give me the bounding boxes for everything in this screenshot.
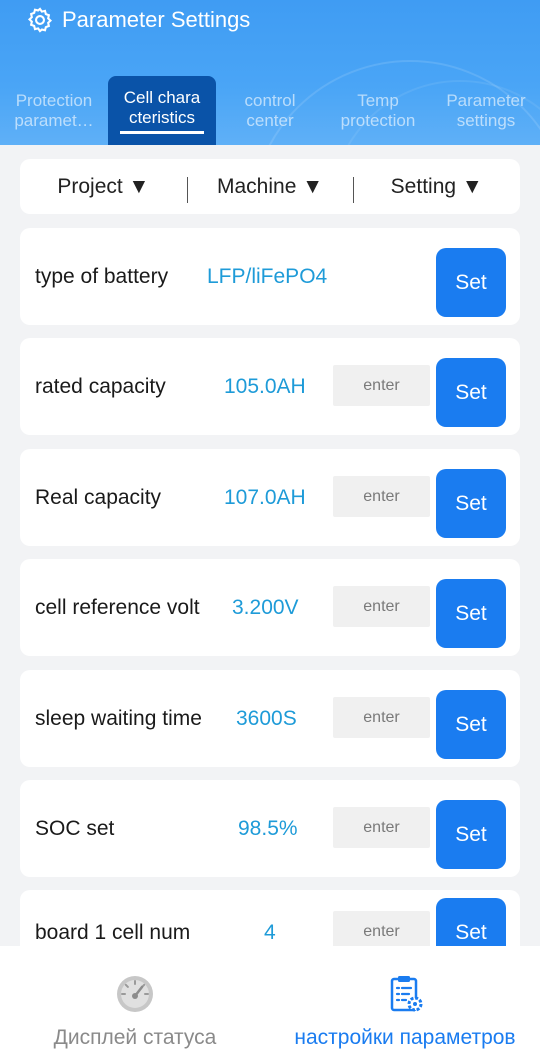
- tab-label: settings: [456, 110, 516, 130]
- tab-control-center[interactable]: control center: [216, 76, 324, 145]
- tab-label: center: [246, 110, 294, 130]
- tab-protection-parameters[interactable]: Protection paramet…: [0, 76, 108, 145]
- title-row: Parameter Settings: [26, 4, 250, 36]
- tab-label: control: [244, 90, 296, 110]
- setting-card-cell-reference-volt: cell reference volt 3.200V Set: [20, 559, 520, 656]
- page-title: Parameter Settings: [62, 7, 251, 32]
- set-button[interactable]: Set: [436, 690, 506, 759]
- nav-label: Дисплей статуса: [53, 1026, 217, 1049]
- tab-label: protection: [340, 110, 416, 130]
- tab-label: paramet…: [14, 110, 94, 130]
- setting-label: Real capacity: [35, 486, 162, 509]
- tab-cell-characteristics[interactable]: Cell chara cteristics: [108, 76, 216, 145]
- tab-parameter-settings[interactable]: Parameter settings: [432, 76, 540, 145]
- setting-value: LFP/liFePO4: [207, 265, 328, 288]
- value-input[interactable]: [333, 586, 430, 627]
- setting-card-battery-type: type of battery LFP/liFePO4 Set: [20, 228, 520, 325]
- tab-temp-protection[interactable]: Temp protection: [324, 76, 432, 145]
- setting-label: SOC set: [35, 817, 115, 840]
- tab-label: cteristics: [128, 107, 196, 127]
- set-button[interactable]: Set: [436, 800, 506, 869]
- setting-value: 107.0AH: [224, 486, 306, 509]
- set-button[interactable]: Set: [436, 579, 506, 648]
- set-button[interactable]: Set: [436, 248, 506, 317]
- setting-label: sleep waiting time: [35, 707, 202, 730]
- setting-card-sleep-waiting-time: sleep waiting time 3600S Set: [20, 670, 520, 767]
- setting-label: cell reference volt: [35, 596, 200, 619]
- setting-value: 105.0AH: [224, 375, 306, 398]
- tab-label: Protection: [15, 90, 93, 110]
- active-tab-indicator: [120, 130, 204, 134]
- tab-bar: Protection paramet… Cell chara cteristic…: [0, 76, 540, 145]
- value-input[interactable]: [333, 365, 430, 406]
- machine-dropdown[interactable]: Machine ▼: [186, 175, 354, 203]
- gear-icon: [27, 7, 53, 33]
- bottom-navigation: Дисплей статуса настройки параметров: [0, 946, 540, 1053]
- nav-parameter-settings[interactable]: настройки параметров: [270, 946, 540, 1053]
- app-header: Parameter Settings Protection paramet… C…: [0, 0, 540, 145]
- setting-label: rated capacity: [35, 375, 166, 398]
- project-dropdown[interactable]: Project ▼: [20, 175, 187, 199]
- setting-value: 98.5%: [238, 817, 298, 840]
- value-input[interactable]: [333, 476, 430, 517]
- tab-label: Cell chara: [123, 87, 201, 107]
- setting-value: 3600S: [236, 707, 297, 730]
- value-input[interactable]: [333, 697, 430, 738]
- clipboard-settings-icon: [390, 976, 423, 1012]
- tab-label: Parameter: [446, 90, 526, 110]
- nav-status-display[interactable]: Дисплей статуса: [0, 946, 270, 1053]
- speedometer-icon: [117, 976, 153, 1012]
- setting-card-real-capacity: Real capacity 107.0AH Set: [20, 449, 520, 546]
- value-input[interactable]: [333, 807, 430, 848]
- set-button[interactable]: Set: [436, 469, 506, 538]
- set-button[interactable]: Set: [436, 358, 506, 427]
- filter-bar: Project ▼ Machine ▼ Setting ▼: [20, 159, 520, 214]
- nav-label: настройки параметров: [294, 1026, 516, 1049]
- setting-dropdown[interactable]: Setting ▼: [353, 175, 520, 203]
- setting-card-rated-capacity: rated capacity 105.0AH Set: [20, 338, 520, 435]
- setting-value: 3.200V: [232, 596, 299, 619]
- setting-label: type of battery: [35, 265, 169, 288]
- tab-label: Temp: [357, 90, 399, 110]
- setting-card-soc-set: SOC set 98.5% Set: [20, 780, 520, 877]
